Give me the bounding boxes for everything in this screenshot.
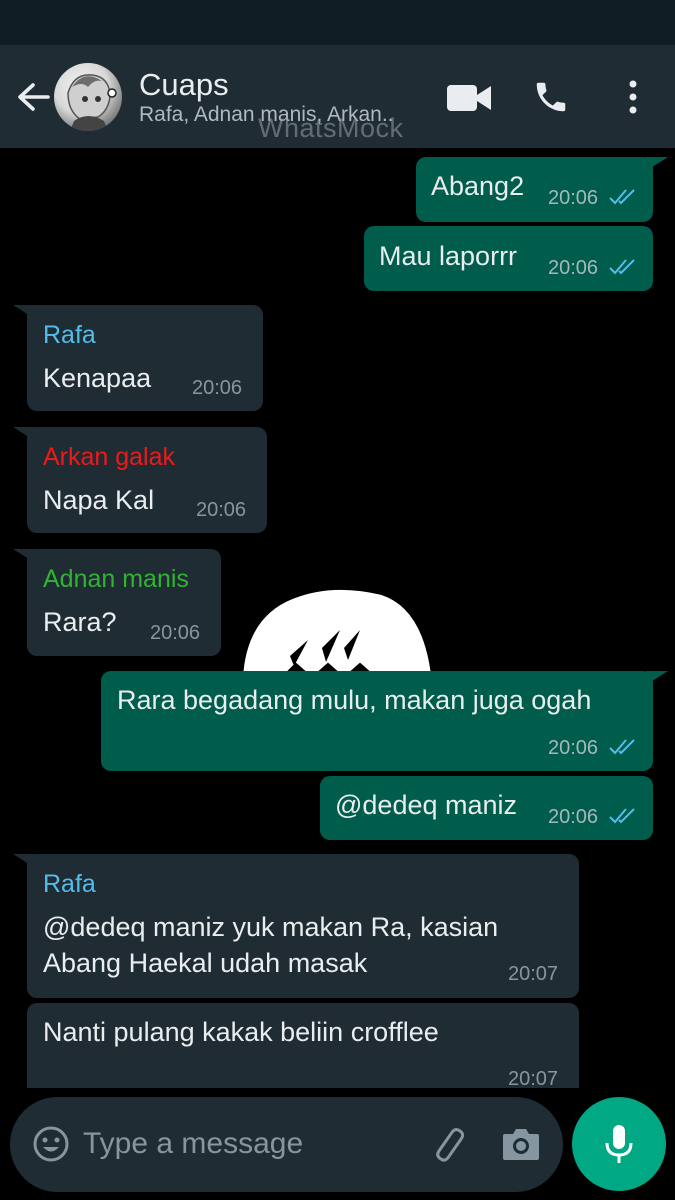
chat-title[interactable]: Cuaps	[139, 67, 229, 103]
message-text: Abang2	[431, 171, 525, 201]
video-call-icon[interactable]	[446, 83, 492, 118]
read-receipt-icon	[608, 187, 638, 212]
message-time: 20:06	[192, 377, 243, 399]
voice-call-icon[interactable]	[532, 78, 570, 121]
sender-name[interactable]: Rafa	[43, 870, 96, 899]
message-text: @dedeq maniz	[335, 790, 518, 820]
message-bubble-incoming[interactable]: Arkan galak Napa Kal 20:06	[13, 427, 267, 533]
message-bubble-outgoing[interactable]: Mau laporrr 20:06	[364, 226, 653, 291]
read-receipt-icon	[608, 737, 638, 762]
message-time: 20:07	[508, 1068, 559, 1088]
mic-icon	[605, 1125, 633, 1163]
message-bubble-incoming[interactable]: Nanti pulang kakak beliin crofflee 20:07	[27, 1003, 579, 1088]
sender-name[interactable]: Rafa	[43, 321, 96, 350]
message-text: Kenapaa	[43, 363, 152, 393]
status-bar	[0, 0, 675, 45]
message-time: 20:06	[548, 257, 599, 279]
message-bubble-incoming[interactable]: Adnan manis Rara? 20:06	[13, 549, 221, 656]
camera-icon[interactable]	[501, 1126, 541, 1167]
message-composer[interactable]: Type a message	[10, 1097, 563, 1192]
attach-icon[interactable]	[428, 1123, 470, 1170]
message-bubble-incoming[interactable]: Rafa @dedeq maniz yuk makan Ra, kasian A…	[13, 854, 579, 998]
voice-record-button[interactable]	[572, 1097, 666, 1191]
message-time: 20:07	[508, 963, 559, 985]
message-text: Mau laporrr	[379, 241, 518, 271]
read-receipt-icon	[608, 806, 638, 831]
watermark: WhatsMock	[258, 113, 404, 143]
message-list[interactable]: Abang2 20:06 Mau laporrr 20:06 Rafa Kena…	[0, 148, 675, 1088]
message-time: 20:06	[150, 622, 201, 644]
message-text: Rara?	[43, 607, 117, 637]
group-avatar[interactable]	[54, 63, 122, 131]
message-time: 20:06	[548, 187, 599, 209]
message-time: 20:06	[196, 499, 247, 521]
emoji-icon[interactable]	[32, 1125, 70, 1168]
message-time: 20:06	[548, 806, 599, 828]
message-bubble-outgoing[interactable]: Rara begadang mulu, makan juga ogah 20:0…	[101, 671, 668, 771]
message-time: 20:06	[548, 737, 599, 759]
message-bubble-outgoing[interactable]: Abang2 20:06	[416, 157, 668, 222]
back-arrow-icon[interactable]	[14, 77, 54, 117]
sender-name[interactable]: Adnan manis	[43, 565, 189, 594]
message-input[interactable]: Type a message	[83, 1127, 303, 1161]
message-text: Nanti pulang kakak beliin crofflee	[43, 1017, 439, 1047]
read-receipt-icon	[608, 257, 638, 282]
more-options-icon[interactable]	[626, 79, 640, 120]
message-text-line: @dedeq maniz yuk makan Ra, kasian	[43, 912, 499, 942]
message-text-line: Abang Haekal udah masak	[43, 948, 368, 978]
message-text: Napa Kal	[43, 485, 155, 515]
message-bubble-outgoing[interactable]: @dedeq maniz 20:06	[320, 776, 653, 840]
message-text: Rara begadang mulu, makan juga ogah	[117, 685, 592, 715]
sender-name[interactable]: Arkan galak	[43, 443, 175, 472]
message-bubble-incoming[interactable]: Rafa Kenapaa 20:06	[13, 305, 263, 411]
